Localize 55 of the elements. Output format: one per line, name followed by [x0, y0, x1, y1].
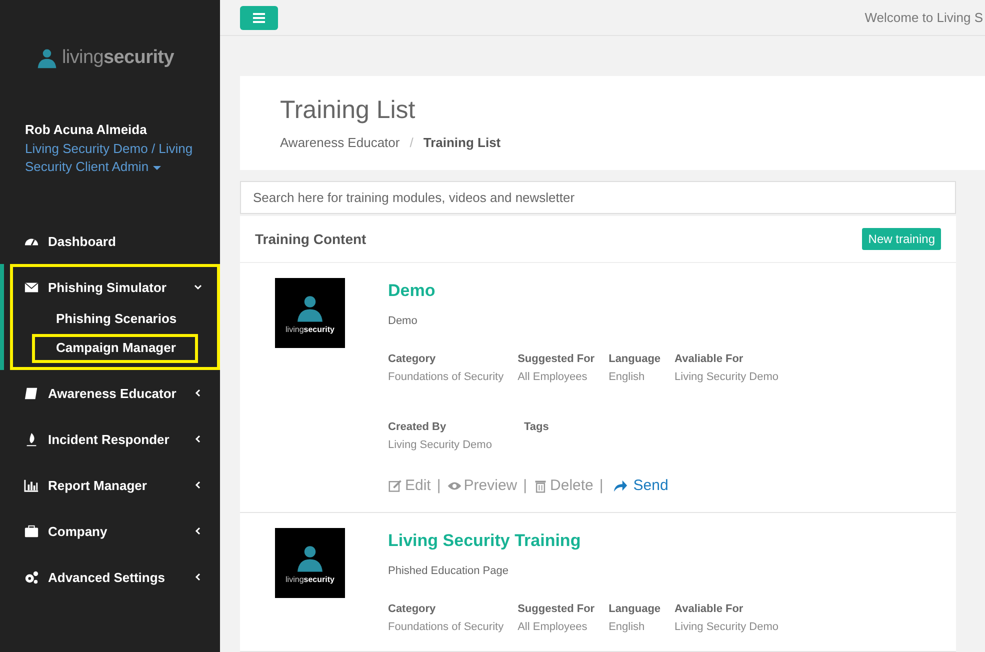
- field-label: Suggested For: [518, 353, 595, 365]
- field-value: Living Security Demo: [674, 371, 778, 383]
- logo-text: livingsecurity: [62, 47, 174, 69]
- field-label: Suggested For: [518, 603, 595, 615]
- field-label: Category: [388, 353, 437, 365]
- breadcrumb-item[interactable]: Awareness Educator: [280, 135, 400, 150]
- page-title: Training List: [280, 96, 416, 125]
- field-value: Living Security Demo: [674, 621, 778, 633]
- training-subtitle: Phished Education Page: [388, 565, 510, 577]
- field-label: Language: [608, 603, 661, 615]
- field-label: Tags: [524, 421, 549, 433]
- menu-button[interactable]: [240, 6, 278, 30]
- menu-icon: [253, 12, 265, 22]
- user-role-dropdown[interactable]: Living Security Demo / Living Security Client Admin: [25, 140, 202, 176]
- separator: |: [436, 477, 441, 494]
- edit-icon: [388, 478, 403, 492]
- field-value: Living Security Demo: [388, 439, 493, 451]
- submenu-item[interactable]: Campaign Manager: [4, 333, 220, 362]
- send-link[interactable]: Send: [613, 477, 668, 494]
- sidebar-item[interactable]: Awareness Educator: [0, 370, 220, 416]
- field-value: All Employees: [518, 371, 588, 383]
- field-value: All Employees: [518, 621, 588, 633]
- trash-icon: [533, 478, 548, 492]
- field-value: English: [608, 371, 646, 383]
- separator: |: [523, 477, 528, 494]
- briefcase-icon: [24, 524, 39, 538]
- envelope-icon: [24, 280, 39, 294]
- field-value: English: [608, 621, 646, 633]
- field-label: Avaliable For: [674, 353, 744, 365]
- book-icon: [24, 386, 39, 400]
- breadcrumb-separator: /: [410, 135, 414, 150]
- user-name: Rob Acuna Almeida: [25, 122, 148, 137]
- gears-icon: [24, 570, 39, 584]
- sidebar-item[interactable]: Dashboard: [0, 218, 220, 264]
- separator: |: [599, 477, 604, 494]
- share-arrow-icon: [613, 478, 628, 492]
- breadcrumb-item: Training List: [423, 135, 501, 150]
- panel-title: Training Content: [255, 231, 366, 247]
- search-field[interactable]: Search here for training modules, videos and newsletter: [240, 181, 956, 214]
- welcome-text: Welcome to Living S: [864, 10, 983, 25]
- field-value: Foundations of Security: [388, 621, 504, 633]
- training-subtitle: Demo: [388, 315, 418, 327]
- thumbnail-logo-text: livingsecurity: [286, 324, 334, 334]
- field-label: Avaliable For: [674, 603, 744, 615]
- sidebar-item[interactable]: Advanced Settings: [0, 554, 220, 600]
- thumbnail-logo-text: livingsecurity: [286, 574, 334, 584]
- sidebar-item[interactable]: Report Manager: [0, 462, 220, 508]
- field-value: Foundations of Security: [388, 371, 504, 383]
- flame-icon: [24, 432, 39, 446]
- field-label: Category: [388, 603, 437, 615]
- field-label: Language: [608, 353, 661, 365]
- sidebar-item[interactable]: Company: [0, 508, 220, 554]
- field-label: Created By: [388, 421, 448, 433]
- bar-chart-icon: [24, 478, 39, 492]
- sidebar-item[interactable]: Incident Responder: [0, 416, 220, 462]
